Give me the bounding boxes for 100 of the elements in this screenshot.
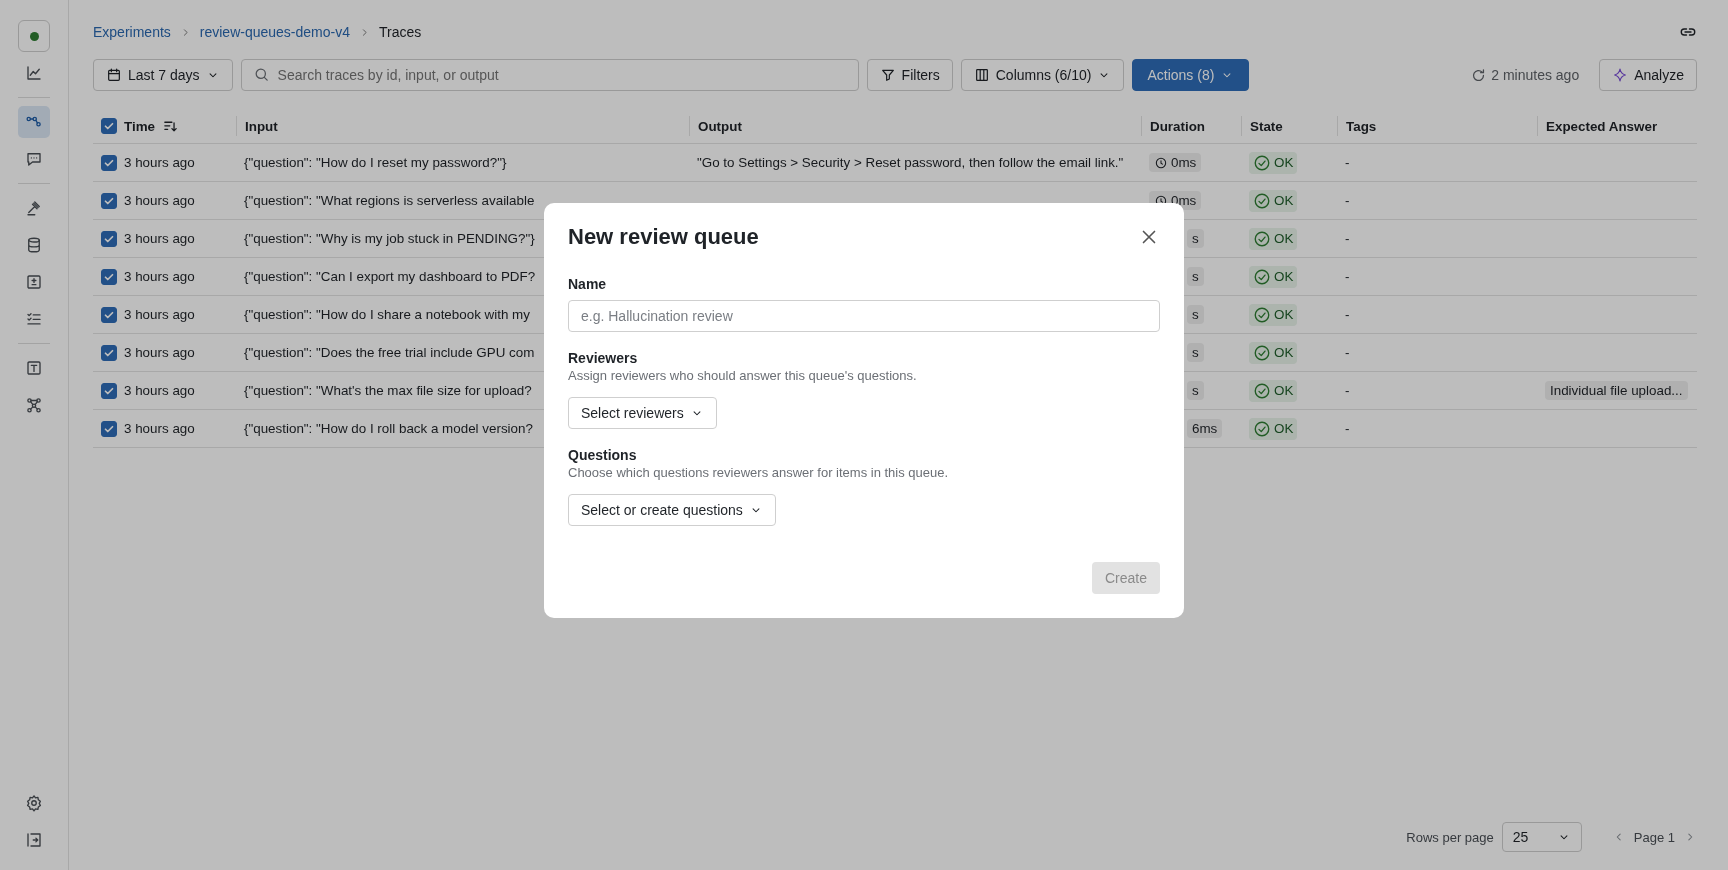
table-cell: {"question": "Does the free trial include GPU com	[244, 345, 535, 360]
check-circle-icon	[1253, 191, 1271, 210]
duration-badge: s	[1187, 305, 1204, 324]
check-circle-icon	[1253, 305, 1271, 324]
status-badge: OK	[1249, 379, 1298, 402]
checkbox[interactable]	[101, 230, 117, 247]
checkbox[interactable]	[101, 192, 117, 209]
actions-button[interactable]: Actions (8)	[1132, 59, 1250, 91]
checkbox[interactable]	[101, 420, 117, 437]
date-range-button[interactable]: Last 7 days	[93, 59, 233, 91]
breadcrumb-link[interactable]: review-queues-demo-v4	[199, 24, 350, 40]
table-cell: -	[1345, 421, 1350, 436]
check-circle-icon	[1253, 343, 1271, 362]
checkbox[interactable]	[101, 382, 117, 399]
calendar-icon	[106, 67, 122, 83]
check-circle-icon	[1253, 229, 1271, 248]
column-header: Tags	[1346, 118, 1377, 134]
network-icon	[25, 396, 43, 414]
table-cell: {"question": "Can I export my dashboard to PDF?	[244, 269, 536, 284]
table-cell: {"question": "How do I share a notebook with my	[244, 307, 530, 322]
table-cell: {"question": "How do I reset my password?"}	[244, 155, 507, 170]
duration-badge: s	[1187, 229, 1204, 248]
breadcrumb-current: Traces	[379, 24, 422, 40]
column-header: State	[1250, 118, 1283, 134]
dropdown[interactable]: Select reviewers	[568, 397, 717, 429]
speech-bubble-icon	[25, 150, 43, 168]
column-header: Duration	[1150, 118, 1206, 134]
last-refreshed: 2 minutes ago	[1491, 67, 1580, 83]
table-cell: 3 hours ago	[124, 155, 195, 170]
field-hint: Assign reviewers who should answer this queue's questions.	[568, 368, 917, 383]
rows-per-page-select[interactable]: 25	[1501, 822, 1582, 852]
checkbox[interactable]	[101, 344, 117, 361]
status-badge: OK	[1249, 303, 1298, 326]
table-cell: 3 hours ago	[124, 193, 195, 208]
database-icon	[25, 236, 43, 254]
status-badge: OK	[1249, 151, 1298, 174]
table-cell: {"question": "What's the max file size for upload?	[244, 383, 532, 398]
rows-per-page-label: Rows per page	[1406, 829, 1494, 845]
columns-button[interactable]: Columns (6/10)	[960, 59, 1125, 91]
table-cell: 3 hours ago	[124, 345, 195, 360]
settings-icon	[25, 794, 43, 812]
column-header: Time	[124, 118, 155, 134]
breadcrumb-link[interactable]: Experiments	[93, 24, 171, 40]
table-cell: "Go to Settings > Security > Reset password, then follow the email link."	[697, 155, 1124, 170]
checkbox[interactable]	[101, 118, 117, 134]
filters-button[interactable]: Filters	[866, 59, 953, 91]
check-circle-icon	[1253, 419, 1271, 438]
search-field[interactable]: Search traces by id, input, or output	[240, 59, 859, 91]
text-box-icon	[25, 359, 43, 377]
plus-minus-icon	[25, 273, 43, 291]
sidebar-collapse-icon	[25, 831, 43, 849]
field-hint: Choose which questions reviewers answer for items in this queue.	[568, 465, 949, 480]
table-cell: -	[1345, 155, 1350, 170]
status-badge: OK	[1249, 341, 1298, 364]
duration-badge: 6ms	[1187, 419, 1223, 438]
table-cell: -	[1345, 383, 1350, 398]
check-circle-icon	[1253, 381, 1271, 400]
table-cell: -	[1345, 231, 1350, 246]
column-header: Output	[698, 118, 742, 134]
filter-icon	[879, 67, 896, 83]
checkbox[interactable]	[101, 154, 117, 171]
gavel-icon	[25, 199, 43, 217]
name-input[interactable]: e.g. Hallucination review	[568, 300, 1160, 332]
sparkle-icon	[1612, 67, 1629, 83]
column-header: Expected Answer	[1546, 118, 1658, 134]
table-cell: {"question": "How do I roll back a model version?	[244, 421, 533, 436]
status-badge: OK	[1249, 227, 1298, 250]
checkmark-icon	[103, 120, 115, 132]
analyze-button[interactable]: Analyze	[1599, 59, 1697, 91]
table-cell: 3 hours ago	[124, 269, 195, 284]
page-indicator: Page 1	[1633, 829, 1675, 845]
checkbox[interactable]	[101, 306, 117, 323]
table-cell: -	[1345, 193, 1350, 208]
expected-answer-tag: Individual file upload...	[1545, 381, 1688, 400]
duration-badge: 0ms	[1149, 153, 1202, 172]
table-cell: -	[1345, 345, 1350, 360]
check-circle-icon	[1253, 153, 1271, 172]
field-label: Questions	[568, 447, 637, 463]
status-badge: OK	[1249, 265, 1298, 288]
table-cell: 3 hours ago	[124, 383, 195, 398]
status-badge: OK	[1249, 189, 1298, 212]
duration-badge: s	[1187, 343, 1204, 362]
duration-badge: s	[1187, 381, 1204, 400]
checkbox[interactable]	[101, 268, 117, 285]
table-cell: 3 hours ago	[124, 307, 195, 322]
duration-badge: s	[1187, 267, 1204, 286]
line-chart-icon	[25, 64, 43, 82]
table-cell: 3 hours ago	[124, 231, 195, 246]
table-cell: {"question": "Why is my job stuck in PENDING?"}	[244, 231, 535, 246]
check-circle-icon	[1253, 267, 1271, 286]
field-label: Reviewers	[568, 350, 638, 366]
table-cell: -	[1345, 307, 1350, 322]
clock-icon	[1154, 155, 1168, 170]
column-header: Input	[245, 118, 278, 134]
status-badge: OK	[1249, 417, 1298, 440]
dropdown[interactable]: Select or create questions	[568, 494, 776, 526]
field-label: Name	[568, 276, 607, 292]
checklist-icon	[25, 310, 43, 328]
dialog-title: New review queue	[568, 224, 759, 250]
table-cell: {"question": "What regions is serverless available	[244, 193, 535, 208]
